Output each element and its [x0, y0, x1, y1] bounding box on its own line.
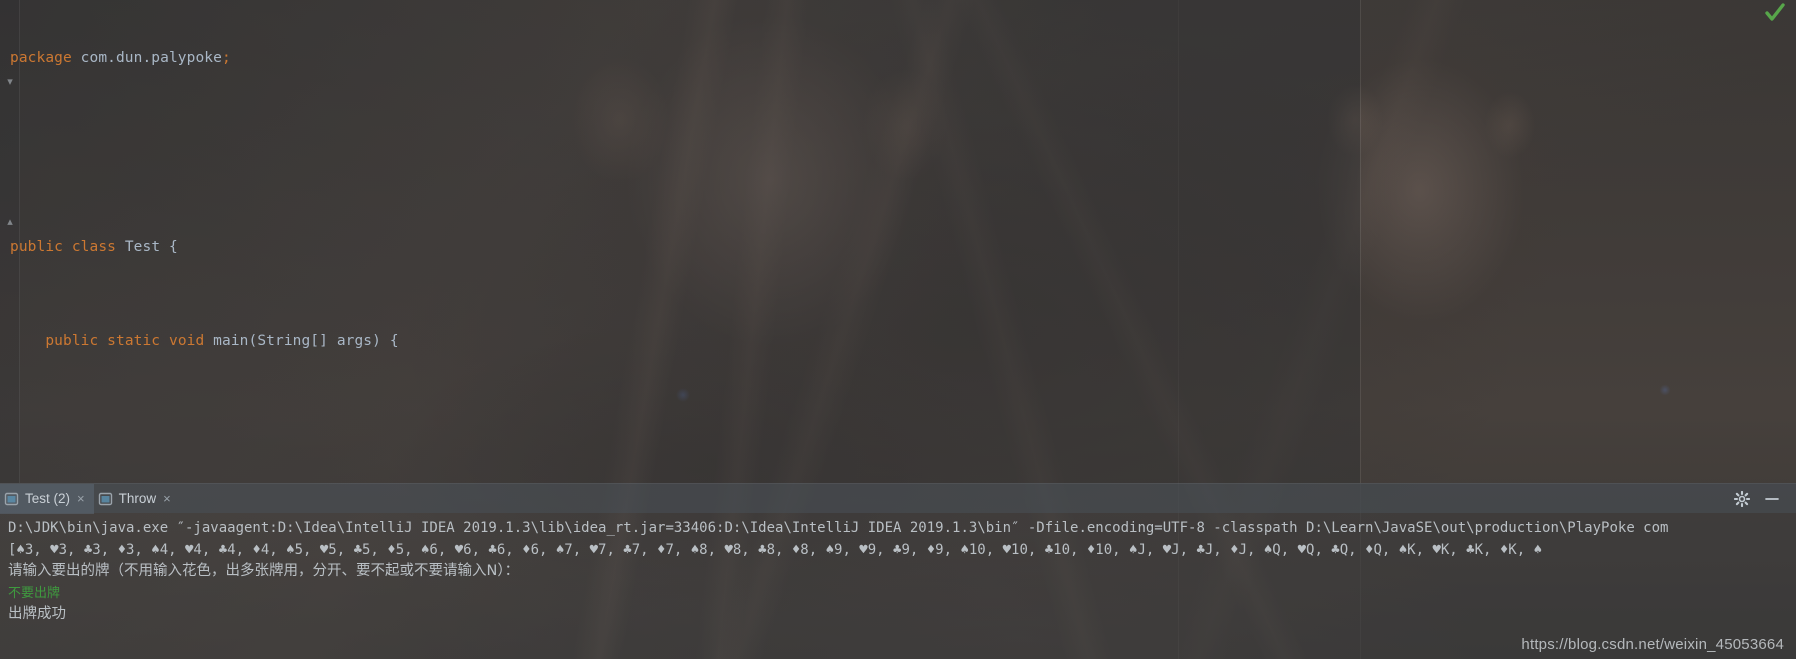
run-console-icon: [4, 492, 19, 506]
token-keyword-public: public: [45, 333, 99, 350]
token-paren: (: [248, 333, 258, 350]
token-keyword-public: public: [10, 238, 63, 255]
code-line: package com.dun.palypoke;: [10, 47, 436, 71]
token-package-name: com.dun.palypoke: [80, 50, 222, 67]
run-tab-label: Test (2): [25, 491, 71, 506]
console-output[interactable]: D:\JDK\bin\java.exe ″-javaagent:D:\Idea\…: [0, 513, 1796, 659]
gear-icon[interactable]: [1733, 490, 1751, 507]
console-line-user-input: 不要出牌: [8, 585, 61, 601]
minimize-icon[interactable]: [1764, 491, 1780, 507]
token-keyword-static: static: [107, 333, 161, 350]
code-line: public static void main(String[] args) {: [10, 330, 436, 354]
editor-pane-divider: [1360, 0, 1361, 483]
token-param-type: String[]: [257, 333, 328, 350]
ide-window: ▾ ▴ package com.dun.palypoke; public cla…: [0, 0, 1796, 659]
inspection-status-widget[interactable]: [1764, 3, 1786, 23]
token-param-name: args: [336, 333, 373, 350]
run-tab-throw[interactable]: Throw ×: [94, 484, 180, 514]
console-line-prompt: 请输入要出的牌（不用输入花色，出多张牌用，分开、要不起或不要请输入N）：: [8, 563, 520, 579]
console-line-deck: [♠3, ♥3, ♣3, ♦3, ♠4, ♥4, ♣4, ♦4, ♠5, ♥5,…: [8, 541, 1543, 558]
close-icon[interactable]: ×: [76, 492, 86, 505]
token-brace: {: [169, 238, 178, 255]
code-editor[interactable]: ▾ ▴ package com.dun.palypoke; public cla…: [0, 0, 1796, 483]
close-icon[interactable]: ×: [162, 492, 172, 505]
console-line-command: D:\JDK\bin\java.exe ″-javaagent:D:\Idea\…: [8, 520, 1669, 536]
run-tab-test[interactable]: Test (2) ×: [0, 483, 94, 514]
token-keyword: package: [10, 50, 72, 67]
green-check-icon: [1765, 3, 1785, 21]
token-keyword-class: class: [71, 238, 116, 255]
run-tool-window: Test (2) × Throw × D:\JDK\bin\java.exe ″…: [0, 483, 1796, 659]
code-line: public class Test {: [10, 236, 436, 260]
token-paren: ): [372, 333, 381, 350]
run-tab-label: Throw: [118, 491, 157, 506]
token-keyword-void: void: [168, 333, 205, 350]
run-console-icon: [98, 492, 113, 506]
token-semicolon: ;: [221, 50, 231, 67]
console-line-result: 出牌成功: [8, 606, 66, 622]
token-brace: {: [389, 333, 399, 350]
run-tab-bar: Test (2) × Throw ×: [0, 483, 1796, 514]
token-class-name: Test: [124, 238, 161, 255]
code-text[interactable]: package com.dun.palypoke; public class T…: [10, 0, 436, 483]
token-method-main: main: [213, 333, 249, 350]
